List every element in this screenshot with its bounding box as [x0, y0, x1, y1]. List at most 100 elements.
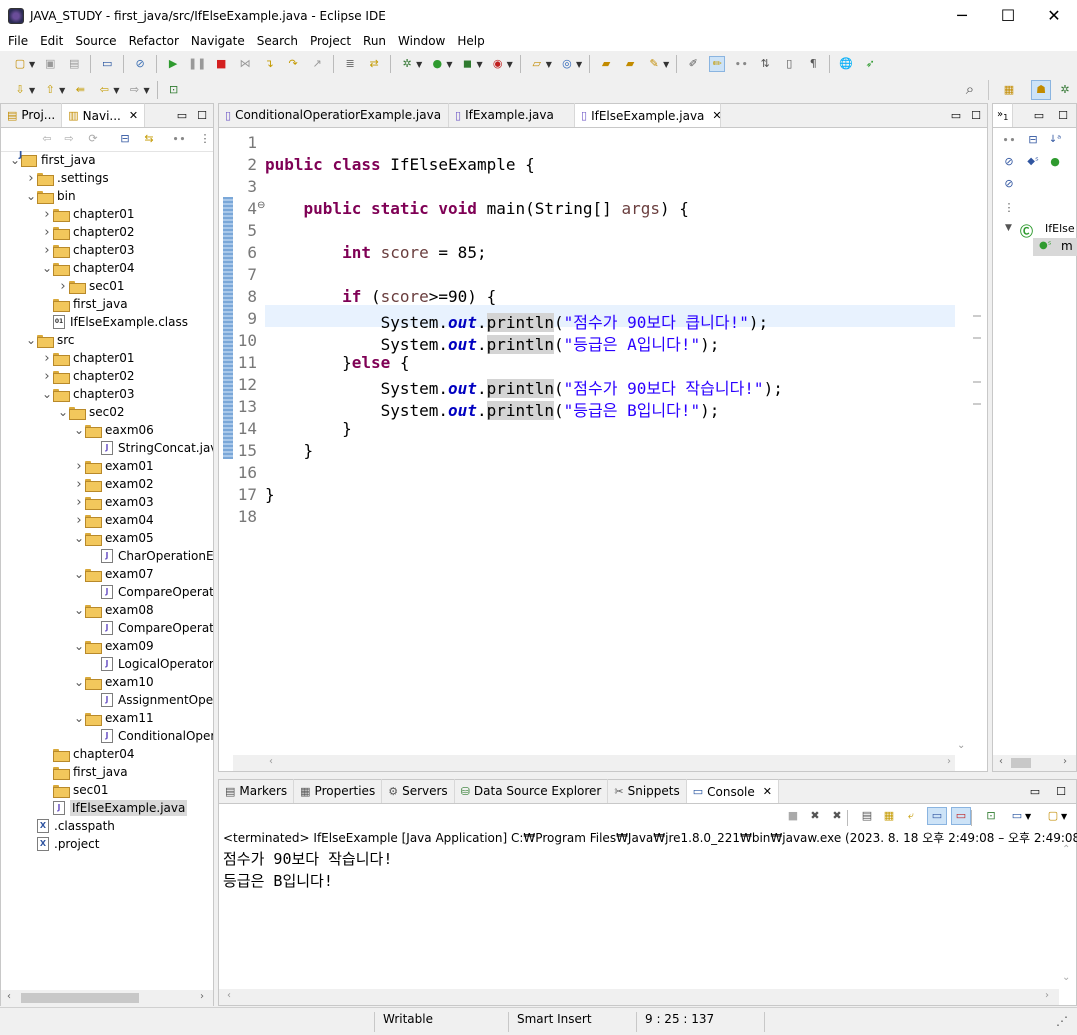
tree-item[interactable]: ⌄ sec02 — [57, 403, 125, 421]
menu-run[interactable]: Run — [355, 34, 390, 48]
use-step-filters-icon[interactable]: ⇄ — [366, 56, 382, 72]
tree-item[interactable]: › sec01 — [57, 277, 125, 295]
collapse-all-icon[interactable]: ⊟ — [117, 131, 133, 147]
tree-item[interactable]: ⌄ exam05 — [73, 529, 154, 547]
code-line[interactable]: public class IfElseExample { — [265, 155, 535, 174]
tab-ifelse-example[interactable]: ▯ IfElseExample.java ✕ — [575, 103, 722, 127]
expand-down-icon[interactable]: ⌄ — [73, 531, 85, 545]
clear-console-icon[interactable]: ▤ — [859, 808, 875, 824]
save-all-icon[interactable]: ▤ — [66, 56, 82, 72]
expand-right-icon[interactable]: › — [41, 351, 53, 366]
tree-item[interactable]: chapter04 — [41, 745, 134, 763]
tree-item[interactable]: › chapter02 — [41, 223, 134, 241]
tree-item[interactable]: ⌄first_java — [9, 151, 96, 169]
code-line[interactable]: } — [265, 419, 352, 438]
step-into-icon[interactable]: ↴ — [261, 56, 277, 72]
step-return-icon[interactable]: ↗ — [309, 56, 325, 72]
maximize-outline-icon[interactable]: ☐ — [1058, 109, 1068, 122]
next-edit-location-icon[interactable]: ⇩ — [12, 82, 28, 98]
expand-down-icon[interactable]: ⌄ — [41, 387, 53, 401]
expand-down-icon[interactable]: ⌄ — [41, 261, 53, 275]
close-tab-icon[interactable]: ✕ — [129, 109, 138, 122]
pilcrow-icon[interactable]: ¶ — [805, 56, 821, 72]
tab-snippets[interactable]: ✂ Snippets — [608, 779, 687, 803]
expand-right-icon[interactable]: › — [41, 207, 53, 222]
new-java-class-icon[interactable]: ◎ — [559, 56, 575, 72]
expand-down-icon[interactable]: ⌄ — [73, 603, 85, 617]
hide-static-icon[interactable]: ◆ˢ — [1025, 154, 1041, 170]
tab-data-source-explorer[interactable]: ⛁ Data Source Explorer — [455, 779, 609, 803]
expand-right-icon[interactable]: › — [73, 495, 85, 510]
tree-item[interactable]: J IfElseExample.java — [41, 799, 188, 817]
code-line[interactable]: System.out.println("점수가 90보다 작습니다!"); — [265, 375, 783, 399]
forward-icon[interactable]: ⇨ — [126, 82, 142, 98]
open-perspective-icon[interactable]: ▦ — [1001, 82, 1017, 98]
suspend-icon[interactable]: ❚❚ — [188, 56, 206, 72]
tree-item[interactable]: › chapter03 — [41, 241, 134, 259]
open-console-dropdown-icon[interactable]: ▢ — [1045, 808, 1061, 824]
tree-hscroll-thumb[interactable] — [21, 993, 139, 1003]
tree-hscrollbar[interactable]: ‹ › — [1, 990, 213, 1006]
display-console-icon[interactable]: ▭ — [1009, 808, 1025, 824]
view-menu-icon[interactable]: ⋮ — [197, 131, 213, 147]
code-line[interactable]: System.out.println("등급은 B입니다!"); — [265, 397, 719, 421]
code-line[interactable]: System.out.println("점수가 90보다 큽니다!"); — [265, 309, 768, 333]
search-tool-icon[interactable]: ✎ — [646, 56, 662, 72]
tree-item[interactable]: first_java — [41, 763, 128, 781]
tree-item[interactable]: ⌄ exam07 — [73, 565, 154, 583]
search-icon[interactable]: ⌕ — [962, 81, 978, 97]
expand-right-icon[interactable]: › — [73, 477, 85, 492]
filters-icon[interactable]: ∙∙ — [171, 131, 187, 147]
tab-servers[interactable]: ⚙ Servers — [382, 779, 455, 803]
outline-expand-icon[interactable]: ▼ — [1005, 223, 1012, 233]
code-line[interactable]: System.out.println("등급은 A입니다!"); — [265, 331, 719, 355]
next-annotation-icon[interactable]: ⇅ — [757, 56, 773, 72]
minimize-button[interactable]: ─ — [939, 0, 985, 31]
show-stdout-icon[interactable]: ▭ — [927, 807, 947, 825]
code-area[interactable]: public class IfElseExample { public stat… — [265, 131, 955, 751]
minimize-console-icon[interactable]: ▭ — [1030, 785, 1040, 798]
run-server-icon[interactable]: ➶ — [862, 56, 878, 72]
toggle-breadcrumb-icon[interactable]: ∙∙ — [733, 56, 749, 72]
tree-item[interactable]: ⌄ bin — [25, 187, 76, 205]
show-stderr-icon[interactable]: ▭ — [951, 807, 971, 825]
tree-item[interactable]: J CompareOperato — [89, 583, 213, 601]
pin-console-icon[interactable]: ⊡ — [983, 808, 999, 824]
menu-source[interactable]: Source — [67, 34, 120, 48]
tree-item[interactable]: › chapter01 — [41, 205, 134, 223]
tree-item[interactable]: J CompareOperato — [89, 619, 213, 637]
expand-down-icon[interactable]: ⌄ — [73, 423, 85, 437]
tree-item[interactable]: J LogicalOperator. — [89, 655, 213, 673]
outline-collapse-icon[interactable]: ⊟ — [1025, 132, 1041, 148]
hide-fields-icon[interactable]: ⊘ — [1001, 154, 1017, 170]
scroll-lock-icon[interactable]: ▦ — [881, 808, 897, 824]
debug-icon[interactable]: ✲ — [399, 56, 415, 72]
close-button[interactable]: ✕ — [1031, 0, 1077, 31]
remove-all-launches-icon[interactable]: ✖ — [829, 808, 845, 824]
scroll-down-icon[interactable]: ⌄ — [957, 740, 965, 751]
new-java-project-icon[interactable]: ▱ — [529, 56, 545, 72]
tree-item[interactable]: › exam03 — [73, 493, 154, 511]
hide-nonpublic-icon[interactable]: ● — [1047, 154, 1063, 170]
pin-editor-icon[interactable]: ⊡ — [166, 82, 182, 98]
terminate-icon[interactable]: ■ — [213, 56, 229, 72]
menu-search[interactable]: Search — [249, 34, 302, 48]
menu-refactor[interactable]: Refactor — [121, 34, 183, 48]
expand-down-icon[interactable]: ⌄ — [25, 333, 37, 347]
show-whitespace-icon[interactable]: ▯ — [781, 56, 797, 72]
menu-project[interactable]: Project — [302, 34, 355, 48]
nav-up-icon[interactable]: ⟳ — [85, 131, 101, 147]
outline-hscrollbar[interactable]: ‹ › — [993, 755, 1076, 771]
expand-right-icon[interactable]: › — [25, 171, 37, 186]
minimize-panel-icon[interactable]: ▭ — [177, 109, 187, 122]
expand-down-icon[interactable]: ⌄ — [73, 567, 85, 581]
expand-down-icon[interactable]: ⌄ — [57, 405, 69, 419]
open-task-icon[interactable]: ▰ — [622, 56, 638, 72]
outline-class-label[interactable]: IfElse — [1045, 222, 1075, 235]
tab-if-example[interactable]: ▯ IfExample.java — [449, 103, 575, 127]
expand-right-icon[interactable]: › — [41, 369, 53, 384]
close-tab-icon[interactable]: ✕ — [712, 109, 721, 122]
tree-item[interactable]: ⌄ chapter03 — [41, 385, 134, 403]
tree-item[interactable]: X .project — [25, 835, 99, 853]
code-line[interactable]: }else { — [265, 353, 409, 372]
